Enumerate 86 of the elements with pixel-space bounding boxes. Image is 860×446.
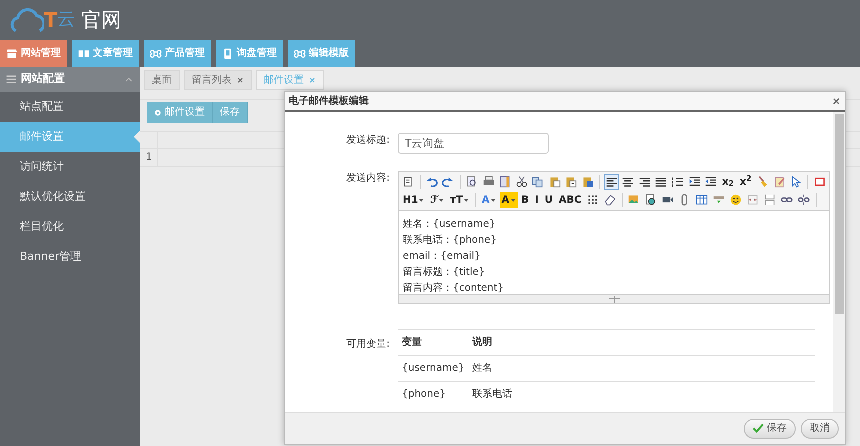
scrollbar[interactable]	[833, 112, 845, 412]
phone-icon	[222, 48, 234, 60]
sidebar-title: 网站配置	[21, 71, 66, 88]
column-header: 说明	[468, 330, 815, 356]
editor-text-line: 留言标题：{title}	[403, 266, 486, 280]
toolbar-button[interactable]: U	[542, 192, 556, 208]
field-label: 可用变量:	[346, 338, 390, 352]
clipboard-icon[interactable]	[565, 176, 578, 188]
page-break-icon[interactable]	[764, 194, 776, 206]
dots-grid-icon[interactable]	[587, 194, 600, 206]
cursor-icon[interactable]	[790, 176, 802, 188]
resize-handle-icon[interactable]	[608, 296, 620, 302]
align-left-icon[interactable]	[606, 176, 618, 188]
align-center-icon[interactable]	[622, 176, 634, 188]
row-number: 1	[140, 149, 158, 166]
store-icon	[6, 48, 18, 60]
toolbar-button[interactable]: ᴛT	[448, 192, 472, 208]
caret-icon	[419, 198, 424, 202]
brush-icon[interactable]	[757, 176, 769, 188]
menu-icon	[6, 74, 17, 85]
nav-tab[interactable]: 网站管理	[0, 40, 67, 67]
cancel-button[interactable]: 取消	[801, 418, 839, 438]
toolbar-button[interactable]: I	[533, 192, 541, 208]
magnifier-icon[interactable]	[466, 176, 478, 188]
logo-text: 云	[58, 11, 76, 29]
rich-text-editor[interactable]: x$_{2}$ x$^{2}$ H1 ℱ ᴛT A A B I U ABC 姓名：{username} 联系电话：{phone} email：{email} 留言标题：{title} 留言内容：{content}	[398, 171, 830, 304]
caret-icon	[439, 198, 444, 202]
save-button[interactable]: 保存	[744, 418, 796, 438]
document-icon[interactable]	[645, 194, 658, 206]
sidebar-item[interactable]: 栏目优化	[0, 212, 140, 242]
align-right-icon[interactable]	[638, 176, 651, 188]
column-header: 变量	[398, 330, 469, 356]
broken-link-icon[interactable]	[798, 194, 810, 206]
editor-text-line: 联系电话：{phone}	[403, 234, 498, 248]
table-cell: 联系电话	[468, 382, 815, 408]
table-cell: {username}	[398, 356, 469, 382]
dialog-title: 电子邮件模板编辑	[289, 94, 369, 108]
caret-icon	[510, 198, 516, 202]
pencil-icon[interactable]	[774, 176, 786, 188]
picture-icon[interactable]	[628, 194, 640, 206]
caret-icon	[490, 198, 496, 202]
toolbar-button[interactable]: ABC	[557, 192, 584, 208]
sidebar-item[interactable]: 站点配置	[0, 92, 140, 122]
copy-icon[interactable]	[532, 176, 544, 188]
clipboard-icon[interactable]	[548, 176, 561, 188]
smiley-icon[interactable]	[730, 194, 742, 206]
check-icon	[753, 423, 764, 434]
editor-text-line: 姓名：{username}	[403, 218, 497, 232]
page-tab[interactable]: 留言列表	[184, 70, 252, 90]
table-cell: 姓名	[468, 356, 815, 382]
sidebar-item[interactable]: 默认优化设置	[0, 182, 140, 212]
toolbar-button[interactable]: ℱ	[428, 192, 446, 208]
close-icon[interactable]	[832, 96, 841, 106]
page-tab[interactable]: 桌面	[144, 70, 180, 90]
toolbar-button[interactable]: x$^{2}$	[738, 174, 754, 190]
justify-icon[interactable]	[655, 176, 668, 188]
redo-icon[interactable]	[442, 176, 454, 188]
table-cell: {phone}	[398, 382, 469, 408]
undo-icon[interactable]	[426, 176, 438, 188]
sidebar-item[interactable]: 访问统计	[0, 152, 140, 182]
toolbar-button[interactable]: A	[480, 192, 498, 208]
sidebar-header[interactable]: 网站配置	[0, 67, 140, 92]
table-icon[interactable]	[696, 194, 708, 206]
caret-icon	[464, 198, 470, 202]
outdent-icon[interactable]	[705, 176, 718, 188]
site-title: 官网	[82, 7, 122, 34]
printer-icon[interactable]	[482, 176, 495, 188]
toolbar-button[interactable]: x$_{2}$	[720, 174, 736, 190]
scissors-icon[interactable]	[516, 176, 528, 188]
list-icon[interactable]	[672, 176, 684, 188]
clipboard-icon[interactable]	[582, 176, 594, 188]
eraser-icon[interactable]	[604, 194, 616, 206]
close-icon[interactable]	[237, 76, 244, 84]
field-label: 发送内容:	[346, 172, 390, 186]
toolbar-button[interactable]: H1	[401, 192, 426, 208]
frame-icon[interactable]	[814, 176, 826, 188]
toolbar-button[interactable]: A	[500, 192, 518, 208]
editor-text-line: email：{email}	[403, 250, 482, 264]
document-icon[interactable]	[402, 176, 414, 188]
toolbar-button[interactable]: B	[520, 192, 532, 208]
logo-letter: T	[44, 10, 58, 30]
subject-field[interactable]: T云询盘	[398, 133, 549, 154]
indent-icon[interactable]	[688, 176, 700, 188]
editor-text-line: 留言内容：{content}	[403, 282, 506, 294]
sidebar-item[interactable]: Banner管理	[0, 242, 140, 272]
field-label: 发送标题:	[346, 134, 390, 148]
